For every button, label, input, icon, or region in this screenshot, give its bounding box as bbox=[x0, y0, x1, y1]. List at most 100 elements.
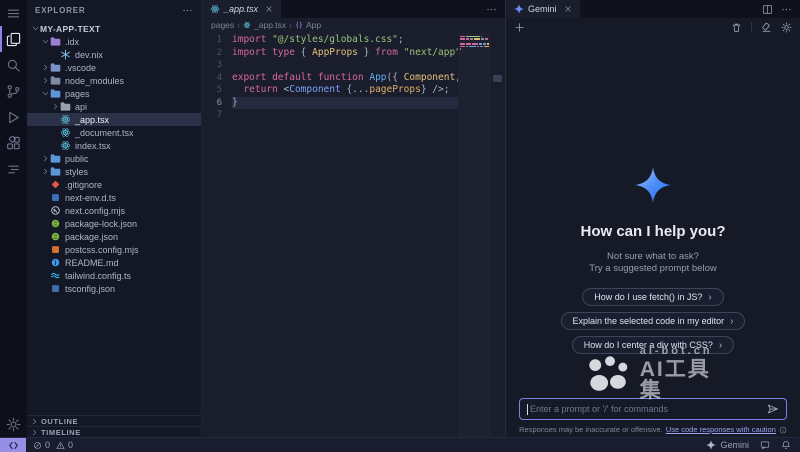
activity-menu-icon[interactable] bbox=[0, 0, 27, 26]
gear-icon[interactable] bbox=[781, 22, 792, 33]
activity-idx-panel-icon[interactable] bbox=[0, 156, 27, 182]
gemini-toolbar bbox=[506, 18, 800, 36]
tree-item-pages[interactable]: pages bbox=[27, 87, 201, 100]
activity-search-icon[interactable] bbox=[0, 52, 27, 78]
tree-item-package-json[interactable]: package.json bbox=[27, 230, 201, 243]
tree-item-next-config-mjs[interactable]: next.config.mjs bbox=[27, 204, 201, 217]
warning-icon bbox=[56, 441, 65, 450]
code-token: ; bbox=[398, 34, 404, 45]
folder-styles-icon bbox=[50, 166, 61, 177]
tree-item-api[interactable]: api bbox=[27, 100, 201, 113]
more-actions-icon[interactable] bbox=[182, 5, 193, 16]
activity-run-debug-icon[interactable] bbox=[0, 104, 27, 130]
caution-link[interactable]: Use code responses with caution bbox=[666, 425, 776, 434]
activity-extensions-icon[interactable] bbox=[0, 130, 27, 156]
tailwind-icon bbox=[50, 270, 61, 281]
tree-item-styles[interactable]: styles bbox=[27, 165, 201, 178]
tree-item-tailwind-config-ts[interactable]: tailwind.config.ts bbox=[27, 269, 201, 282]
more-actions-icon[interactable] bbox=[486, 4, 497, 15]
tree-item-my-app-text[interactable]: MY-APP-TEXT bbox=[27, 22, 201, 35]
trash-icon[interactable] bbox=[731, 22, 742, 33]
more-actions-icon[interactable] bbox=[781, 4, 792, 15]
prompt-input[interactable] bbox=[529, 404, 767, 414]
tsconfig-icon bbox=[50, 283, 61, 294]
feedback-icon[interactable] bbox=[760, 440, 770, 450]
status-bar: 0 0 Gemini bbox=[0, 437, 800, 452]
activity-bar bbox=[0, 0, 27, 437]
code-line-text: import type { AppProps } from "next/app"… bbox=[232, 47, 458, 60]
chevron-right-icon: › bbox=[719, 340, 722, 351]
code-line-text: } bbox=[232, 97, 458, 110]
chevron-right-icon: › bbox=[730, 316, 733, 327]
prompt-input-box[interactable] bbox=[519, 398, 787, 420]
tree-item-next-env-d-ts[interactable]: next-env.d.ts bbox=[27, 191, 201, 204]
breadcrumb-app[interactable]: App bbox=[295, 20, 321, 30]
suggested-prompt-2[interactable]: Explain the selected code in my editor› bbox=[561, 312, 746, 330]
split-editor-icon[interactable] bbox=[762, 4, 773, 15]
tree-item--idx[interactable]: .idx bbox=[27, 35, 201, 48]
gemini-status-item[interactable]: Gemini bbox=[706, 440, 749, 450]
bell-icon[interactable] bbox=[781, 440, 791, 450]
tree-item-readme-md[interactable]: README.md bbox=[27, 256, 201, 269]
disclaimer: Responses may be inaccurate or offensive… bbox=[519, 425, 787, 434]
tree-item-tsconfig-json[interactable]: tsconfig.json bbox=[27, 282, 201, 295]
info-icon[interactable] bbox=[779, 426, 787, 434]
gemini-heading: How can I help you? bbox=[580, 223, 725, 240]
problems-status[interactable]: 0 0 bbox=[26, 438, 80, 452]
paw-logo-icon bbox=[585, 355, 630, 393]
tree-item--document-tsx[interactable]: _document.tsx bbox=[27, 126, 201, 139]
tree-item--app-tsx[interactable]: _app.tsx bbox=[27, 113, 201, 126]
remote-indicator[interactable] bbox=[0, 438, 26, 452]
gemini-sparkle-icon bbox=[514, 4, 524, 14]
tree-item-public[interactable]: public bbox=[27, 152, 201, 165]
tab-gemini[interactable]: Gemini bbox=[506, 0, 580, 18]
eraser-icon[interactable] bbox=[761, 22, 772, 33]
source-control-icon bbox=[6, 84, 21, 99]
timeline-section[interactable]: TIMELINE bbox=[27, 426, 201, 437]
scrollbar-thumb[interactable] bbox=[493, 75, 502, 82]
tree-item-node-modules[interactable]: node_modules bbox=[27, 74, 201, 87]
tree-item-postcss-config-mjs[interactable]: postcss.config.mjs bbox=[27, 243, 201, 256]
close-icon[interactable] bbox=[265, 5, 273, 13]
breadcrumb--app-tsx[interactable]: _app.tsx bbox=[243, 20, 286, 30]
chevron-right-icon bbox=[41, 77, 50, 84]
code-token: from bbox=[375, 47, 398, 58]
editor-scrollbar[interactable] bbox=[491, 31, 505, 437]
folder-idx-icon bbox=[50, 36, 61, 47]
tree-item-package-lock-json[interactable]: package-lock.json bbox=[27, 217, 201, 230]
suggested-prompt-1[interactable]: How do I use fetch() in JS?› bbox=[582, 288, 723, 306]
tab-app-tsx[interactable]: _app.tsx bbox=[202, 0, 281, 18]
chevron-right-icon bbox=[31, 418, 41, 425]
minimap[interactable] bbox=[458, 33, 491, 437]
send-icon[interactable] bbox=[767, 403, 779, 415]
tree-item-dev-nix[interactable]: dev.nix bbox=[27, 48, 201, 61]
gemini-sparkle-icon bbox=[706, 440, 716, 450]
outline-section[interactable]: OUTLINE bbox=[27, 415, 201, 426]
tree-item-label: package-lock.json bbox=[65, 219, 137, 229]
activity-explorer-icon[interactable] bbox=[0, 26, 27, 52]
prompt-label: How do I center a div with CSS? bbox=[584, 340, 713, 350]
new-chat-button[interactable] bbox=[514, 22, 525, 33]
react-icon bbox=[210, 4, 220, 14]
tree-item-label: .gitignore bbox=[65, 180, 102, 190]
code-token: } bbox=[358, 47, 375, 58]
panel-tab-bar: Gemini bbox=[506, 0, 800, 18]
breadcrumb-pages[interactable]: pages bbox=[211, 20, 234, 30]
activity-settings-gear-icon[interactable] bbox=[0, 411, 27, 437]
activity-source-control-icon[interactable] bbox=[0, 78, 27, 104]
tree-item--gitignore[interactable]: .gitignore bbox=[27, 178, 201, 191]
error-count: 0 bbox=[45, 440, 50, 450]
warning-count: 0 bbox=[68, 440, 73, 450]
tree-item--vscode[interactable]: .vscode bbox=[27, 61, 201, 74]
code-editor[interactable]: 1import "@/styles/globals.css";2import t… bbox=[202, 31, 505, 437]
folder-api-icon bbox=[60, 101, 71, 112]
code-token: App bbox=[369, 72, 386, 83]
tree-item-label: .vscode bbox=[65, 63, 96, 73]
minimap-segment bbox=[460, 36, 465, 38]
line-number: 1 bbox=[202, 34, 232, 47]
code-token: export bbox=[232, 72, 266, 83]
close-icon[interactable] bbox=[564, 5, 572, 13]
suggested-prompt-3[interactable]: How do I center a div with CSS? › bbox=[572, 336, 734, 354]
extensions-icon bbox=[6, 136, 21, 151]
tree-item-index-tsx[interactable]: index.tsx bbox=[27, 139, 201, 152]
